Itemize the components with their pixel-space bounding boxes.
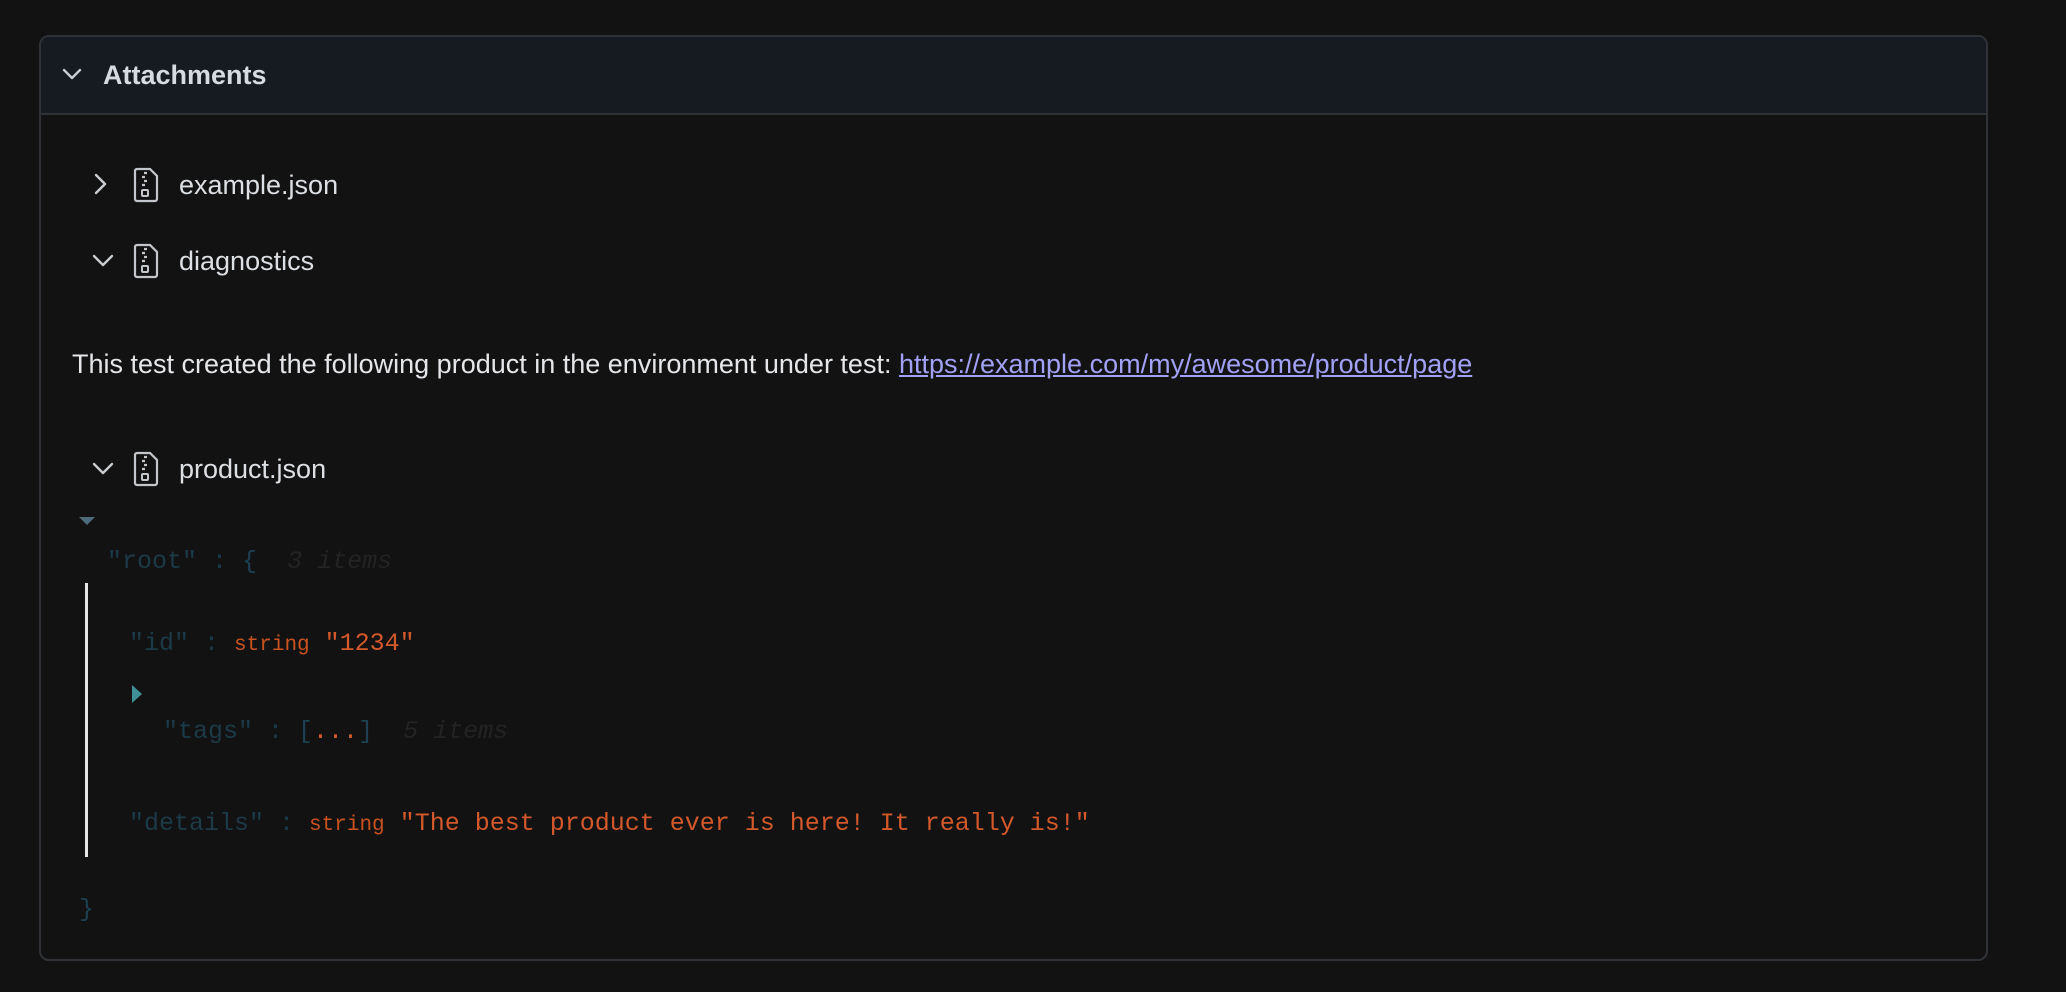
json-colon: : — [189, 629, 235, 658]
json-close-bracket: ] — [358, 717, 374, 746]
caret-right-icon[interactable] — [129, 683, 145, 705]
chevron-down-icon[interactable] — [85, 241, 125, 281]
json-entry-id: "id" : string "1234" — [129, 629, 415, 661]
json-entry-tags[interactable]: "tags" : [...] 5 items — [163, 717, 508, 747]
json-root-line: "root" : { 3 items — [107, 547, 392, 577]
json-value[interactable]: "1234" — [325, 629, 415, 658]
attachment-name[interactable]: example.json — [179, 169, 338, 201]
diagnostics-text: This test created the following product … — [72, 349, 899, 379]
json-type: string — [234, 634, 310, 657]
json-key: "id" — [129, 629, 190, 658]
chevron-right-icon[interactable] — [85, 165, 125, 205]
json-collapsed-dots[interactable]: ... — [313, 717, 358, 746]
json-entry-details: "details" : string "The best product eve… — [129, 809, 1090, 841]
diagnostics-message: This test created the following product … — [72, 347, 1472, 381]
caret-down-icon[interactable] — [77, 515, 97, 529]
json-type: string — [309, 814, 385, 837]
attachments-panel: Attachments example.json diagnostics Thi… — [39, 35, 1988, 961]
chevron-down-icon[interactable] — [61, 63, 83, 85]
attachments-header[interactable]: Attachments — [41, 37, 1986, 115]
json-item-count: 5 items — [403, 717, 509, 746]
chevron-down-icon[interactable] — [85, 449, 125, 489]
file-archive-icon — [133, 167, 159, 203]
attachment-row-diagnostics[interactable]: diagnostics — [85, 241, 485, 281]
file-archive-icon — [133, 243, 159, 279]
json-open-brace: { — [242, 547, 258, 576]
json-value[interactable]: "The best product ever is here! It reall… — [400, 809, 1090, 838]
json-key: "details" — [129, 809, 265, 838]
attachment-row-product-json[interactable]: product.json — [85, 449, 485, 489]
json-colon: : — [197, 547, 243, 576]
json-colon: : — [253, 717, 299, 746]
json-key: "root" — [107, 547, 198, 576]
json-key: "tags" — [163, 717, 254, 746]
attachment-row-example-json[interactable]: example.json — [85, 165, 485, 205]
attachments-title: Attachments — [103, 60, 267, 90]
attachment-name[interactable]: product.json — [179, 453, 326, 485]
file-archive-icon — [133, 451, 159, 487]
json-close-brace: } — [79, 895, 95, 924]
json-open-bracket: [ — [298, 717, 314, 746]
json-close-line: } — [79, 895, 94, 925]
product-page-link[interactable]: https://example.com/my/awesome/product/p… — [899, 349, 1472, 379]
json-item-count: 3 items — [287, 547, 393, 576]
attachment-name[interactable]: diagnostics — [179, 245, 314, 277]
json-tree-guide — [85, 583, 88, 857]
json-colon: : — [264, 809, 310, 838]
